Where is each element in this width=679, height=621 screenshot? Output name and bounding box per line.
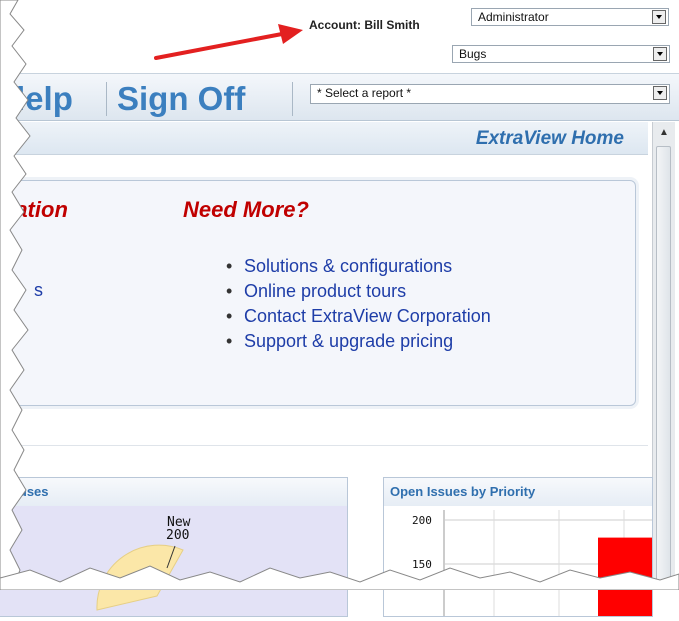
divider <box>0 445 648 446</box>
link-solutions[interactable]: Solutions & configurations <box>222 254 491 279</box>
annotation-arrow-icon <box>154 24 303 60</box>
link-fragment[interactable]: s <box>34 280 43 301</box>
statuses-pie-chart: New 200 <box>96 515 191 611</box>
account-label: Account: Bill Smith <box>309 18 420 32</box>
chevron-down-icon[interactable] <box>653 47 667 61</box>
link-pricing[interactable]: Support & upgrade pricing <box>222 329 491 354</box>
menu-help[interactable]: lelp <box>16 80 73 118</box>
role-select[interactable]: Administrator <box>471 8 669 26</box>
priority-bar-chart: 200 150 <box>412 510 652 616</box>
bar-priority <box>598 537 652 616</box>
menu-sign-off[interactable]: Sign Off <box>117 80 245 118</box>
role-select-value: Administrator <box>478 10 549 24</box>
link-contact[interactable]: Contact ExtraView Corporation <box>222 304 491 329</box>
vertical-scrollbar[interactable]: ▲ <box>652 122 675 590</box>
slice-value: 200 <box>166 528 189 543</box>
link-product-tours[interactable]: Online product tours <box>222 279 491 304</box>
chevron-down-icon[interactable] <box>653 86 667 100</box>
scroll-up-icon[interactable]: ▲ <box>653 122 675 144</box>
documentation-heading: tation <box>8 197 68 222</box>
report-select[interactable]: * Select a report * <box>310 84 670 104</box>
statuses-chart: New 200 <box>0 506 347 616</box>
area-select[interactable]: Bugs <box>452 45 670 63</box>
y-tick-label: 150 <box>412 558 432 571</box>
area-select-value: Bugs <box>459 47 487 61</box>
pie-slice-new <box>96 544 184 611</box>
priority-widget-title: Open Issues by Priority <box>384 478 652 507</box>
report-select-value: * Select a report * <box>317 86 412 100</box>
menu-divider <box>292 82 293 116</box>
statuses-widget-title: tatuses <box>0 478 347 507</box>
scrollbar-thumb[interactable] <box>656 146 671 590</box>
need-more-heading: Need More? <box>183 197 309 222</box>
chevron-down-icon[interactable] <box>652 10 666 24</box>
page-title: ExtraView Home <box>475 128 624 149</box>
y-tick-label: 200 <box>412 514 432 527</box>
statuses-widget: tatuses New 200 <box>0 477 348 617</box>
home-title-bar: ExtraView Home <box>0 122 648 155</box>
priority-widget: Open Issues by Priority 200 150 <box>383 477 653 617</box>
priority-chart: 200 150 <box>384 506 652 616</box>
menu-divider <box>106 82 107 116</box>
need-more-links: Solutions & configurations Online produc… <box>222 254 491 354</box>
